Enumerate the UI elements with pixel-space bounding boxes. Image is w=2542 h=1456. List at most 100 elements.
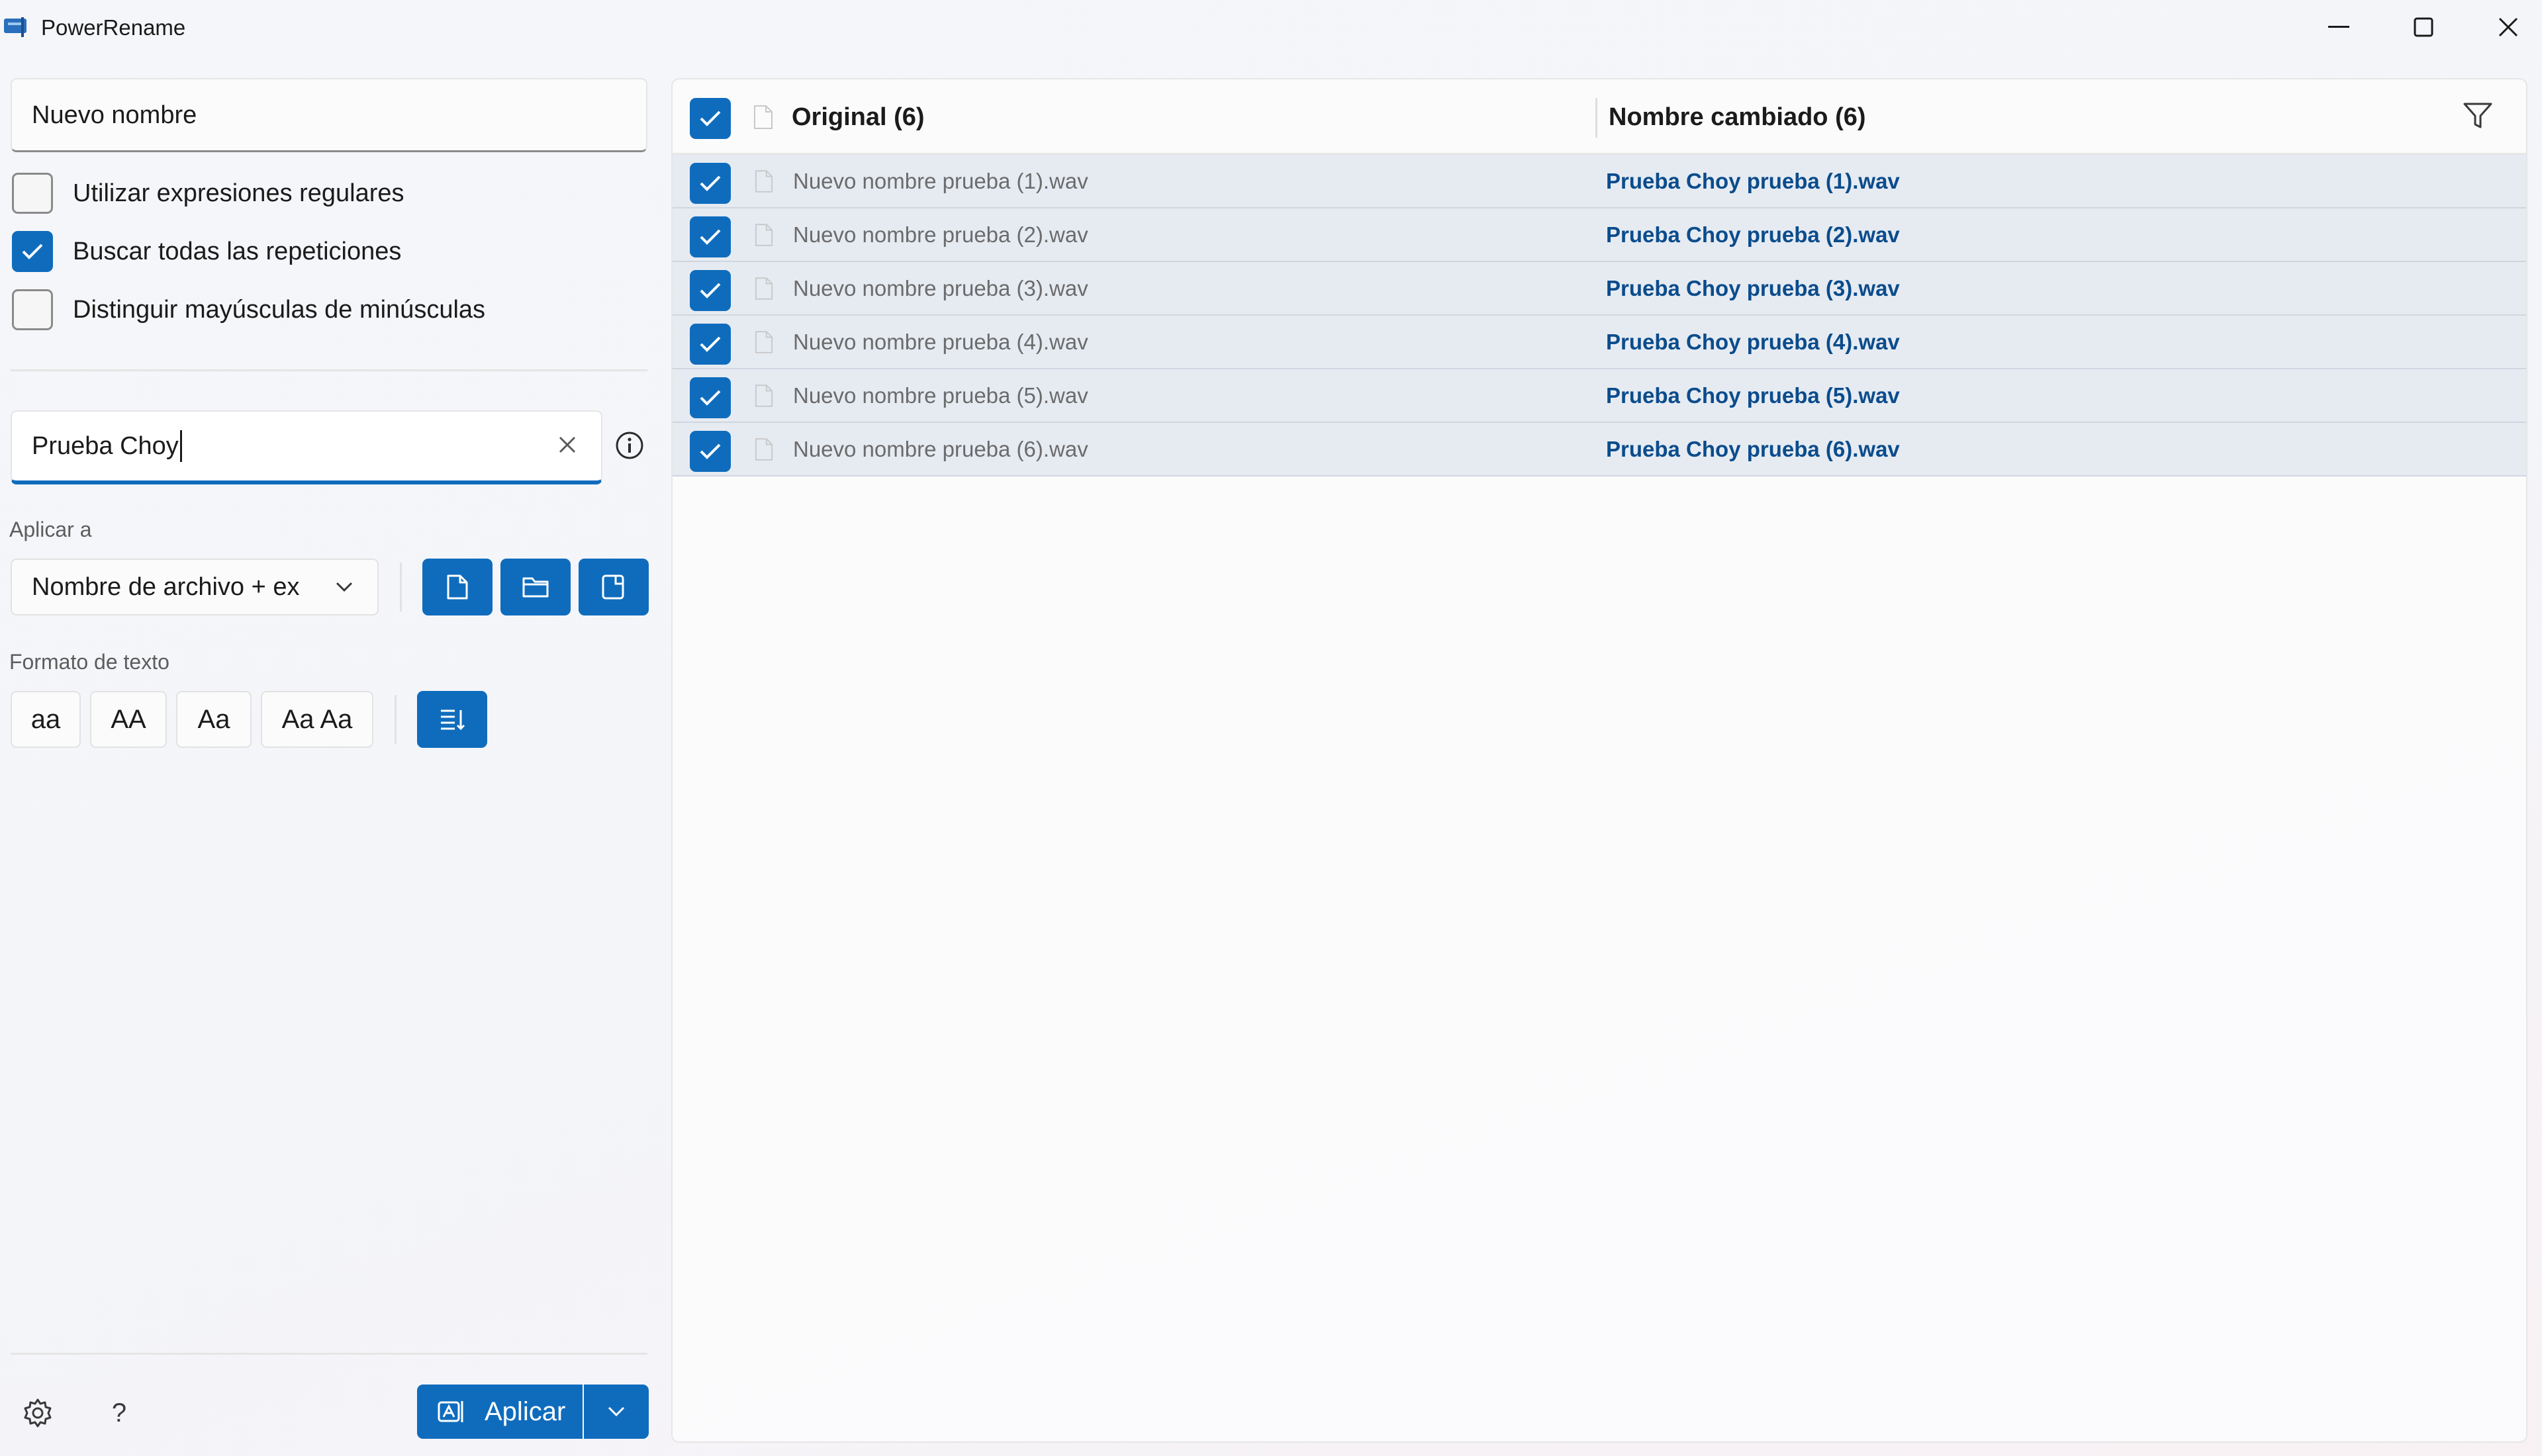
- checkmark-icon: [700, 443, 721, 459]
- option-case-sensitive[interactable]: Distinguir mayúsculas de minúsculas: [12, 289, 608, 330]
- file-icon: [755, 224, 773, 246]
- renamed-filename: Prueba Choy prueba (1).wav: [1606, 169, 1900, 193]
- option-case-sensitive-label: Distinguir mayúsculas de minúsculas: [73, 296, 486, 324]
- uppercase-button[interactable]: AA: [90, 691, 167, 748]
- file-icon: [755, 170, 773, 193]
- row-checkbox[interactable]: [690, 377, 731, 418]
- apply-to-dropdown[interactable]: Nombre de archivo + ex: [11, 559, 379, 615]
- renamed-filename: Prueba Choy prueba (2).wav: [1606, 222, 1900, 247]
- row-checkbox[interactable]: [690, 163, 731, 204]
- apply-options-dropdown[interactable]: [584, 1385, 649, 1439]
- regex-checkbox[interactable]: [12, 173, 53, 214]
- column-header-original[interactable]: Original (6): [792, 101, 925, 134]
- titlecase-label: Aa: [197, 704, 230, 734]
- option-regex[interactable]: Utilizar expresiones regulares: [12, 173, 608, 214]
- rename-icon: [438, 1401, 463, 1422]
- file-icon: [755, 438, 773, 461]
- clear-icon: [559, 436, 576, 453]
- clear-button[interactable]: [557, 434, 577, 459]
- settings-button[interactable]: [21, 1396, 54, 1430]
- search-input[interactable]: Nuevo nombre: [11, 78, 647, 152]
- chevron-down-icon: [336, 582, 353, 592]
- row-checkbox[interactable]: [690, 270, 731, 311]
- match-all-checkbox[interactable]: [12, 231, 53, 272]
- original-filename: Nuevo nombre prueba (2).wav: [793, 222, 1088, 247]
- file-icon: [755, 277, 773, 300]
- lowercase-label: aa: [30, 704, 61, 734]
- lowercase-button[interactable]: aa: [11, 691, 81, 748]
- apply-to-selected: Nombre de archivo + ex: [32, 572, 300, 601]
- info-icon: [616, 432, 643, 459]
- maximize-button[interactable]: [2382, 0, 2465, 54]
- row-checkbox[interactable]: [690, 324, 731, 365]
- option-match-all-label: Buscar todas las repeticiones: [73, 238, 402, 265]
- table-row[interactable]: Nuevo nombre prueba (6).wav Prueba Choy p…: [673, 423, 2526, 477]
- column-separator: [1595, 98, 1597, 138]
- replace-input[interactable]: Prueba Choy: [11, 410, 602, 484]
- list-header: Original (6) Nombre cambiado (6): [673, 79, 2526, 155]
- file-icon: [447, 574, 468, 600]
- window-title: PowerRename: [41, 15, 186, 40]
- row-checkbox[interactable]: [690, 216, 731, 257]
- select-all-checkbox[interactable]: [690, 98, 731, 139]
- filter-button[interactable]: [2463, 102, 2496, 132]
- close-icon: [2498, 17, 2518, 37]
- minimize-icon: [2328, 26, 2349, 28]
- include-folders-button[interactable]: [500, 559, 571, 615]
- column-header-renamed[interactable]: Nombre cambiado (6): [1609, 101, 1866, 134]
- separator: [395, 695, 397, 744]
- checkmark-icon: [700, 175, 721, 191]
- replace-input-value: Prueba Choy: [32, 432, 179, 460]
- checkmark-icon: [700, 336, 721, 352]
- file-icon: [755, 331, 773, 353]
- info-button[interactable]: [614, 430, 645, 461]
- include-subfolders-button[interactable]: [579, 559, 649, 615]
- apply-to-label: Aplicar a: [9, 518, 92, 541]
- close-button[interactable]: [2467, 0, 2542, 54]
- file-icon: [755, 385, 773, 407]
- separator: [400, 563, 402, 612]
- uppercase-label: AA: [111, 704, 146, 734]
- subfolder-icon: [602, 574, 624, 600]
- gear-icon: [24, 1398, 52, 1428]
- checkmark-icon: [700, 229, 721, 245]
- original-filename: Nuevo nombre prueba (3).wav: [793, 276, 1088, 300]
- renamed-filename: Prueba Choy prueba (4).wav: [1606, 330, 1900, 354]
- file-icon: [754, 105, 773, 129]
- option-match-all[interactable]: Buscar todas las repeticiones: [12, 231, 608, 272]
- text-caret: [179, 430, 182, 462]
- filter-icon: [2463, 103, 2492, 128]
- table-row[interactable]: Nuevo nombre prueba (1).wav Prueba Choy p…: [673, 155, 2526, 208]
- minimize-button[interactable]: [2297, 0, 2380, 54]
- text-format-label: Formato de texto: [9, 650, 169, 674]
- original-filename: Nuevo nombre prueba (4).wav: [793, 330, 1088, 354]
- checkmark-icon: [700, 283, 721, 298]
- renamed-filename: Prueba Choy prueba (3).wav: [1606, 276, 1900, 300]
- enumerate-icon: [441, 709, 465, 731]
- folder-icon: [522, 577, 549, 598]
- table-row[interactable]: Nuevo nombre prueba (3).wav Prueba Choy p…: [673, 262, 2526, 316]
- table-row[interactable]: Nuevo nombre prueba (5).wav Prueba Choy p…: [673, 369, 2526, 423]
- help-button[interactable]: ?: [106, 1395, 132, 1431]
- maximize-icon: [2414, 17, 2433, 37]
- apply-button-label: Aplicar: [485, 1396, 566, 1426]
- include-files-button[interactable]: [422, 559, 493, 615]
- original-filename: Nuevo nombre prueba (6).wav: [793, 437, 1088, 461]
- powerrename-app-icon: [4, 17, 30, 37]
- case-sensitive-checkbox[interactable]: [12, 289, 53, 330]
- renamed-filename: Prueba Choy prueba (6).wav: [1606, 437, 1900, 461]
- original-filename: Nuevo nombre prueba (1).wav: [793, 169, 1088, 193]
- table-row[interactable]: Nuevo nombre prueba (4).wav Prueba Choy p…: [673, 316, 2526, 369]
- capitalize-each-button[interactable]: Aa Aa: [261, 691, 373, 748]
- search-input-value: Nuevo nombre: [32, 101, 197, 129]
- enumerate-button[interactable]: [417, 691, 487, 748]
- capitalize-each-label: Aa Aa: [281, 704, 353, 734]
- renamed-filename: Prueba Choy prueba (5).wav: [1606, 383, 1900, 408]
- apply-button[interactable]: Aplicar: [417, 1385, 583, 1439]
- titlecase-button[interactable]: Aa: [176, 691, 252, 748]
- chevron-down-icon: [608, 1406, 625, 1417]
- table-row[interactable]: Nuevo nombre prueba (2).wav Prueba Choy p…: [673, 208, 2526, 262]
- row-checkbox[interactable]: [690, 431, 731, 472]
- bottom-divider: [11, 1353, 647, 1355]
- checkmark-icon: [700, 111, 721, 126]
